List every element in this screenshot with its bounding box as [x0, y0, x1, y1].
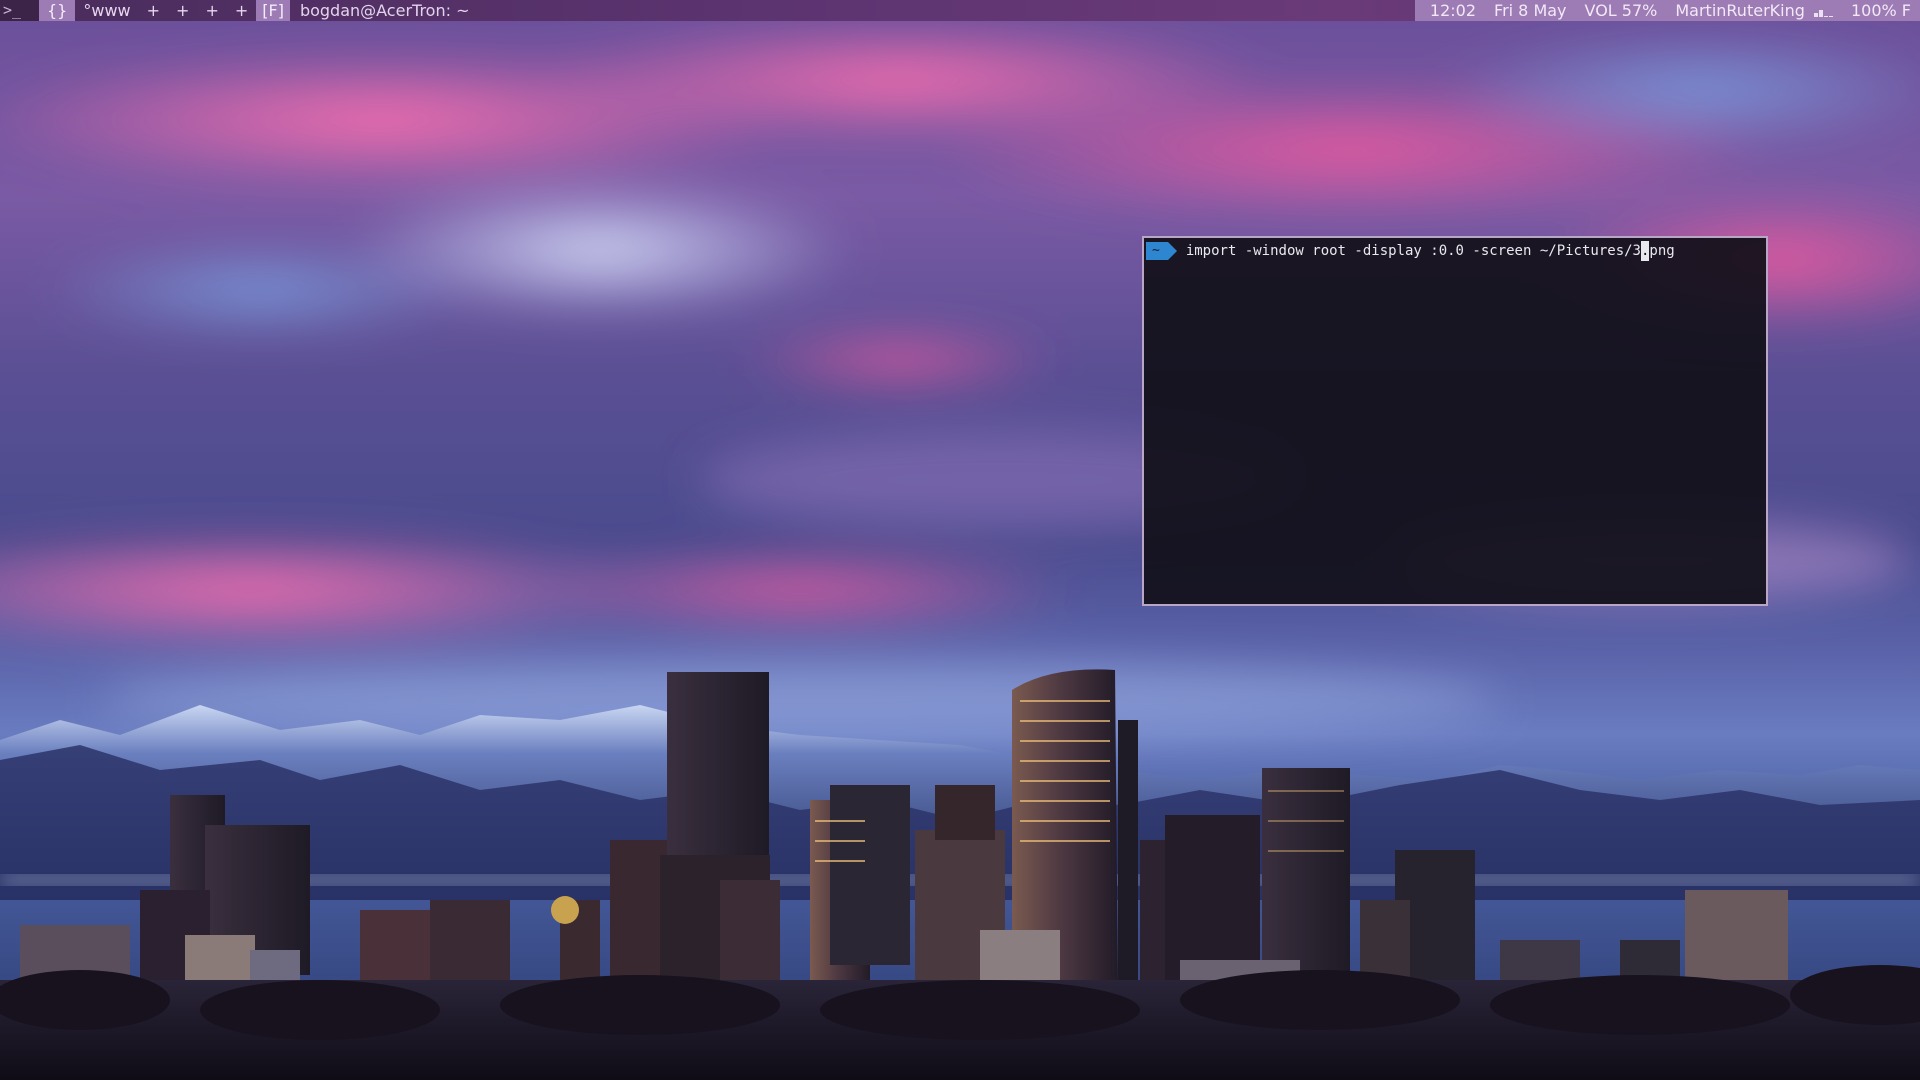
workspace-current[interactable]: [F]: [256, 0, 290, 21]
layout-indicator-icon[interactable]: >_: [0, 0, 39, 21]
terminal-window[interactable]: ~ import -window root -display :0.0 -scr…: [1142, 236, 1768, 606]
bar-spacer: [469, 0, 1414, 21]
prompt-directory: ~: [1146, 242, 1177, 260]
status-area: 12:02 Fri 8 May VOL 57% MartinRuterKing …: [1414, 0, 1920, 21]
workspace-1[interactable]: {}: [39, 0, 76, 21]
clock: 12:02: [1429, 1, 1477, 20]
workspace-4[interactable]: +: [168, 0, 197, 21]
workspace-6[interactable]: +: [227, 0, 256, 21]
command-text-after-cursor: png: [1649, 243, 1675, 259]
text-cursor: .: [1640, 241, 1650, 261]
wifi-signal-icon: [1813, 5, 1833, 17]
desktop: >_ {} °www + + + + [F] bogdan@AcerTron: …: [0, 0, 1920, 1080]
wifi-indicator[interactable]: MartinRuterKing: [1666, 0, 1842, 21]
battery-indicator: 100% F: [1850, 1, 1911, 20]
workspace-3[interactable]: +: [139, 0, 168, 21]
date: Fri 8 May: [1494, 1, 1567, 20]
workspace-bar: >_ {} °www + + + + [F] bogdan@AcerTron: …: [0, 0, 469, 21]
focused-window-title: bogdan@AcerTron: ~: [299, 1, 470, 20]
terminal-command-line[interactable]: ~ import -window root -display :0.0 -scr…: [1146, 241, 1675, 261]
workspace-5[interactable]: +: [197, 0, 226, 21]
workspace-www[interactable]: °www: [75, 0, 138, 21]
top-status-bar: >_ {} °www + + + + [F] bogdan@AcerTron: …: [0, 0, 1920, 21]
wifi-network-name: MartinRuterKing: [1675, 1, 1805, 20]
command-text-before-cursor: import -window root -display :0.0 -scree…: [1185, 243, 1641, 259]
volume-indicator[interactable]: VOL 57%: [1576, 0, 1667, 21]
